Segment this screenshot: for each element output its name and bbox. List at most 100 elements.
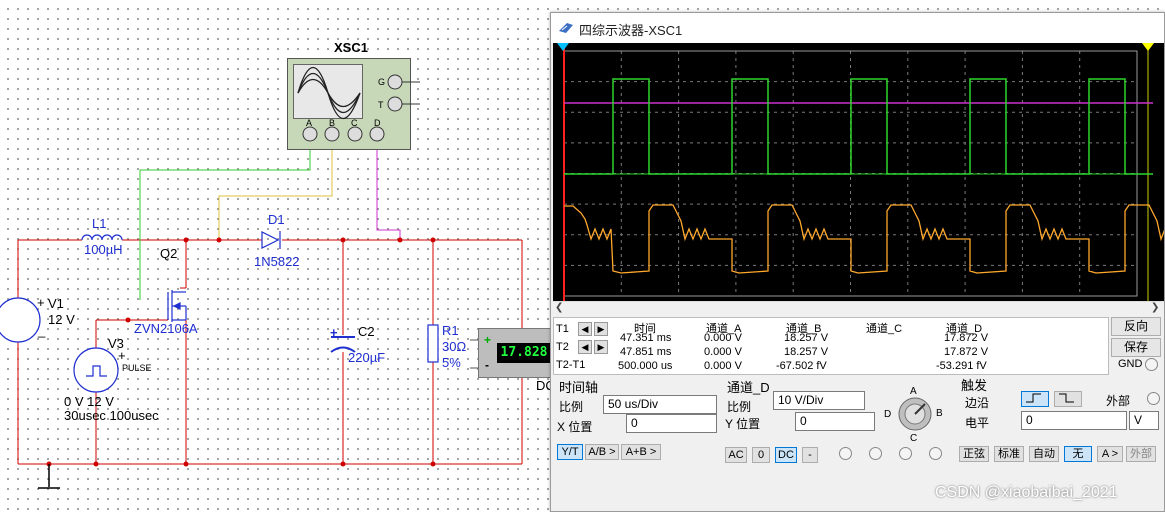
channel-ypos-label: Y 位置 — [725, 417, 761, 431]
window-title: 四综示波器-XSC1 — [579, 23, 683, 38]
q2-name: Q2 — [160, 246, 178, 261]
timebase-xpos-field[interactable]: 0 — [626, 414, 717, 433]
trigger-a-button[interactable]: A > — [1097, 446, 1123, 462]
dt-time: 500.000 us — [618, 360, 673, 372]
ac-button[interactable]: AC — [725, 447, 747, 463]
channel-scale-field[interactable]: 10 V/Div — [773, 391, 865, 410]
scope-traces — [557, 43, 1164, 306]
dt-b: -67.502 fV — [776, 360, 827, 372]
standard-button[interactable]: 标准 — [994, 446, 1024, 462]
row-t1-label: T1 — [556, 323, 569, 335]
zero-button[interactable]: 0 — [752, 447, 770, 463]
t1-right-arrow-icon[interactable]: ▶ — [594, 322, 608, 336]
dc-voltmeter[interactable]: + - 17.828 — [478, 328, 552, 378]
channel-radio-a[interactable] — [839, 447, 852, 460]
scroll-right-icon[interactable]: ❯ — [1151, 302, 1159, 313]
a-plus-b-button[interactable]: A+B > — [621, 444, 661, 460]
channel-scale-label: 比例 — [727, 400, 752, 414]
timebase-xpos-label: X 位置 — [557, 420, 593, 434]
v3-plus: + — [118, 348, 126, 363]
trace-channel-a — [564, 78, 1153, 175]
channel-radio-c[interactable] — [899, 447, 912, 460]
trigger-level-field[interactable]: 0 — [1021, 411, 1127, 430]
scroll-left-icon[interactable]: ❮ — [555, 302, 563, 313]
r1-value: 30Ω — [442, 339, 467, 354]
watermark: CSDN @xiaobaibai_2021 — [935, 484, 1118, 501]
d1-name: D1 — [268, 212, 285, 227]
rising-edge-icon — [1026, 393, 1041, 403]
dc-button[interactable]: DC — [775, 447, 797, 463]
falling-edge-button[interactable] — [1054, 391, 1082, 407]
channel-ypos-field[interactable]: 0 — [795, 412, 875, 431]
gnd-radio[interactable] — [1145, 358, 1158, 371]
meter-display: 17.828 — [497, 343, 551, 363]
q2-model: ZVN2106A — [134, 321, 198, 336]
gnd-label: GND — [1118, 358, 1143, 370]
c2-plus: + — [330, 325, 338, 340]
trigger-ext-button[interactable]: 外部 — [1126, 446, 1156, 462]
scope-label: XSC1 — [334, 40, 368, 55]
trigger-edge-label: 边沿 — [965, 396, 990, 410]
trace-channel-d — [564, 204, 1164, 274]
none-button[interactable]: 无 — [1064, 446, 1092, 462]
c2-name: C2 — [358, 324, 375, 339]
v3-line1: 0 V 12 V — [64, 394, 114, 409]
v1-minus: _ — [38, 323, 46, 338]
scope-screen[interactable] — [553, 43, 1164, 306]
t2-time: 47.851 ms — [620, 346, 672, 358]
trigger-level-unit[interactable]: V — [1129, 411, 1159, 430]
timebase-scale-field[interactable]: 50 us/Div — [603, 395, 717, 414]
save-button[interactable]: 保存 — [1111, 338, 1161, 357]
r1-tolerance: 5% — [442, 355, 461, 370]
header-ch-c: 通道_C — [866, 323, 903, 335]
t2-left-arrow-icon[interactable]: ◀ — [578, 340, 592, 354]
ab-button[interactable]: A/B > — [585, 444, 619, 460]
v3-line2: 30usec 100usec — [64, 408, 159, 423]
t2-right-arrow-icon[interactable]: ▶ — [594, 340, 608, 354]
channel-radio-b[interactable] — [869, 447, 882, 460]
d1-model: 1N5822 — [254, 254, 300, 269]
t1-left-arrow-icon[interactable]: ◀ — [578, 322, 592, 336]
minus-button[interactable]: - — [802, 447, 818, 463]
dt-d: -53.291 fV — [936, 360, 987, 372]
yt-button[interactable]: Y/T — [557, 444, 583, 460]
r1-name: R1 — [442, 323, 459, 338]
v1-value: 12 V — [48, 312, 75, 327]
cursor-t2-marker — [1142, 43, 1154, 51]
row-t2-label: T2 — [556, 341, 569, 353]
channel-selector-knob-icon[interactable] — [897, 396, 933, 432]
scope-ports[interactable] — [280, 60, 430, 160]
reverse-button[interactable]: 反向 — [1111, 317, 1161, 336]
screen-scrollbar[interactable]: ❮ ❯ — [553, 301, 1164, 315]
rising-edge-button[interactable] — [1021, 391, 1049, 407]
cursor-t1-marker — [557, 43, 569, 51]
auto-button[interactable]: 自动 — [1029, 446, 1059, 462]
l1-value: 100µH — [84, 242, 123, 257]
v3-kind: PULSE — [122, 363, 152, 373]
title-bar[interactable]: 四综示波器-XSC1 — [551, 13, 1164, 43]
trigger-external-radio[interactable] — [1147, 392, 1160, 405]
t2-d: 17.872 V — [944, 346, 989, 358]
knob-label-c: C — [910, 433, 918, 444]
c2-value: 220µF — [348, 350, 386, 365]
v1-name: V1 — [48, 296, 64, 311]
meter-minus: - — [485, 358, 489, 372]
t1-b: 18.257 V — [784, 332, 829, 344]
timebase-title: 时间轴 — [559, 380, 599, 395]
scope-app-icon — [559, 23, 573, 33]
trigger-external-label: 外部 — [1106, 394, 1131, 408]
knob-label-d: D — [884, 409, 892, 420]
t1-a: 0.000 V — [704, 332, 742, 344]
v1-plus: + — [37, 295, 45, 310]
falling-edge-icon — [1059, 393, 1074, 403]
trigger-level-label: 电平 — [965, 416, 990, 430]
trigger-title: 触发 — [961, 378, 988, 393]
measurement-table: 时间 通道_A 通道_B 通道_C 通道_D T1 ◀ ▶ T2 ◀ ▶ T2-… — [553, 317, 1109, 375]
channel-title: 通道_D — [727, 380, 770, 395]
t2-b: 18.257 V — [784, 346, 829, 358]
t2-a: 0.000 V — [704, 346, 742, 358]
oscilloscope-window: 四综示波器-XSC1 ❮ ❯ 时间 通道_A 通道_B 通道_C 通道_D T1… — [550, 12, 1165, 512]
sine-button[interactable]: 正弦 — [959, 446, 989, 462]
channel-radio-d[interactable] — [929, 447, 942, 460]
dt-a: 0.000 V — [704, 360, 742, 372]
